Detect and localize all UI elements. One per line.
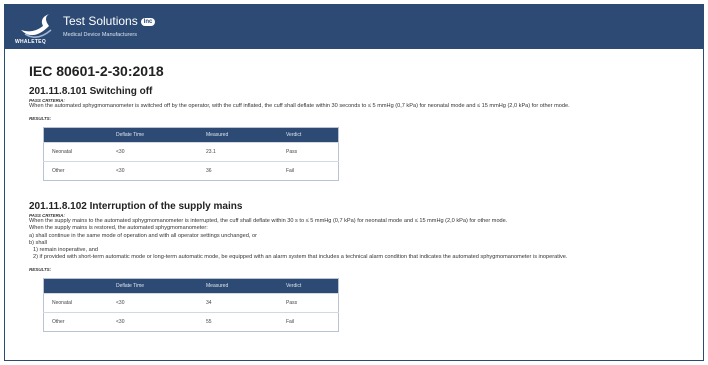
table-cell: 23.1 <box>198 142 278 162</box>
table-header-cell: Deflate Time <box>108 127 198 143</box>
table-header-cell <box>43 127 108 143</box>
section-title: 201.11.8.101 Switching off <box>29 86 153 97</box>
table-cell: Pass <box>278 293 339 313</box>
table-cell: <30 <box>108 161 198 181</box>
standard-title: IEC 80601-2-30:2018 <box>29 63 164 79</box>
table-cell: <30 <box>108 293 198 313</box>
table-header-row: Deflate Time Measured Verdict <box>43 278 339 294</box>
table-cell: Fail <box>278 312 339 332</box>
table-header-cell: Verdict <box>278 127 339 143</box>
results-table: Deflate Time Measured Verdict Neonatal <… <box>43 127 339 182</box>
criteria-text: 2) if provided with short-term automatic… <box>33 254 568 261</box>
logo-text: WHALETEQ <box>15 39 47 45</box>
table-header-cell: Measured <box>198 278 278 294</box>
table-header-cell: Verdict <box>278 278 339 294</box>
table-cell: Pass <box>278 142 339 162</box>
table-header-cell: Measured <box>198 127 278 143</box>
criteria-text: When the supply mains is restored, the a… <box>29 225 208 232</box>
table-row: Other <30 55 Fail <box>43 312 339 332</box>
table-header-cell <box>43 278 108 294</box>
table-row: Neonatal <30 34 Pass <box>43 293 339 313</box>
brand-tagline: Medical Device Manufacturers <box>63 32 137 38</box>
section-title: 201.11.8.102 Interruption of the supply … <box>29 201 243 213</box>
results-table: Deflate Time Measured Verdict Neonatal <… <box>43 278 339 333</box>
table-header-cell: Deflate Time <box>108 278 198 294</box>
document-frame: WHALETEQ Test Solutions Inc Medical Devic… <box>4 4 704 361</box>
table-row: Neonatal <30 23.1 Pass <box>43 142 339 162</box>
results-label: RESULTS: <box>29 267 52 273</box>
criteria-text: b) shall <box>29 239 48 246</box>
table-cell: Neonatal <box>43 142 108 162</box>
table-cell: 55 <box>198 312 278 332</box>
table-cell: Fail <box>278 161 339 181</box>
whale-logo-icon <box>21 14 52 38</box>
table-cell: <30 <box>108 142 198 162</box>
document-body: IEC 80601-2-30:2018 201.11.8.101 Switchi… <box>5 63 703 333</box>
table-cell: 34 <box>198 293 278 313</box>
results-label: RESULTS: <box>29 116 52 122</box>
criteria-text: a) shall continue in the same mode of op… <box>29 232 257 239</box>
criteria-text: 1) remain inoperative, and <box>33 247 98 254</box>
table-cell: Other <box>43 161 108 181</box>
table-cell: Neonatal <box>43 293 108 313</box>
criteria-text: When the automated sphygmomanometer is s… <box>29 103 570 109</box>
brand-badge: Inc <box>140 18 156 26</box>
criteria-text: When the supply mains to the automated s… <box>29 218 508 225</box>
brand-title: Test Solutions Inc <box>63 14 156 28</box>
table-header-row: Deflate Time Measured Verdict <box>43 127 339 143</box>
table-row: Other <30 36 Fail <box>43 161 339 181</box>
header-banner: WHALETEQ Test Solutions Inc Medical Devic… <box>5 5 703 49</box>
table-cell: <30 <box>108 312 198 332</box>
brand-name: Test Solutions <box>63 14 138 28</box>
table-cell: Other <box>43 312 108 332</box>
table-cell: 36 <box>198 161 278 181</box>
